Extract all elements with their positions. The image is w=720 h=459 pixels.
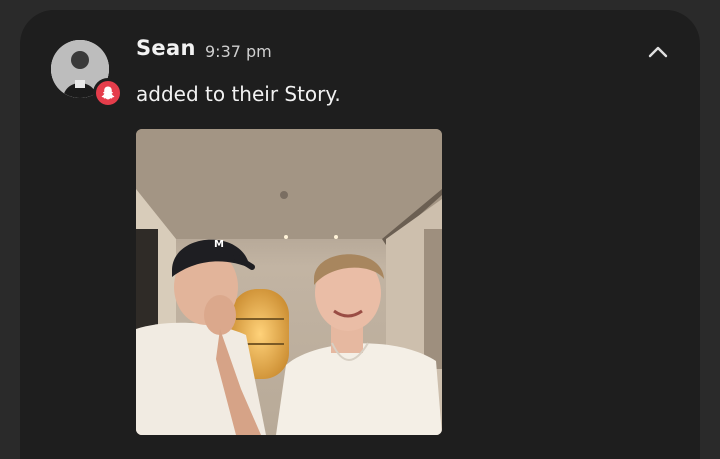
timestamp: 9:37 pm: [205, 42, 272, 61]
story-thumbnail[interactable]: M: [136, 129, 442, 435]
notification-message: added to their Story.: [136, 82, 341, 106]
svg-text:M: M: [214, 239, 224, 250]
notification-card[interactable]: Sean 9:37 pm added to their Story. M: [20, 10, 700, 459]
chevron-up-icon[interactable]: [646, 40, 670, 64]
snapchat-ghost-icon: [93, 78, 123, 108]
screen: Sean 9:37 pm added to their Story. M: [0, 0, 720, 459]
sender-name: Sean: [136, 36, 196, 60]
story-image: M: [136, 129, 442, 435]
avatar-group[interactable]: [51, 40, 123, 108]
